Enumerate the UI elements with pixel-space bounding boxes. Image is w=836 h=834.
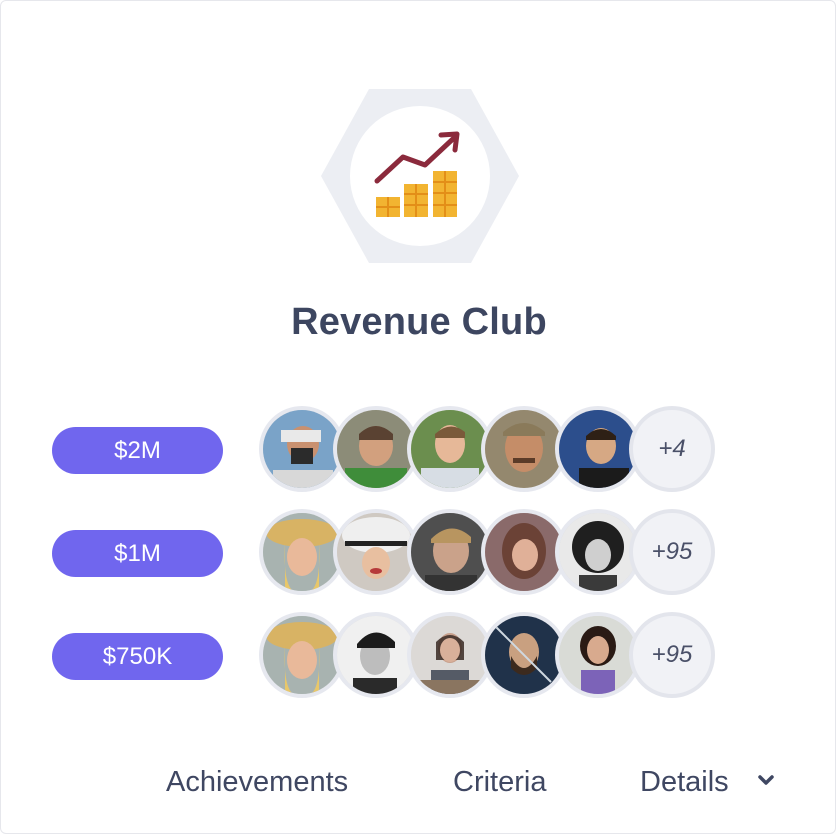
revenue-club-badge <box>321 89 519 263</box>
chevron-down-icon[interactable] <box>757 774 775 788</box>
tier-pill-2m[interactable]: $2M <box>52 427 223 474</box>
tier-pill-750k[interactable]: $750K <box>52 633 223 680</box>
tab-achievements[interactable]: Achievements <box>166 766 348 799</box>
tab-details[interactable]: Details <box>640 766 729 799</box>
tier-pill-1m[interactable]: $1M <box>52 530 223 577</box>
more-members-count[interactable]: +95 <box>629 509 715 595</box>
tab-criteria[interactable]: Criteria <box>453 766 546 799</box>
avatar-group-750k: +95 <box>259 612 719 698</box>
more-members-count[interactable]: +95 <box>629 612 715 698</box>
revenue-club-card: Revenue Club $2M +4 $1M +95 $750K +95 Ac… <box>0 0 836 834</box>
badge-title: Revenue Club <box>291 301 547 343</box>
avatar-group-2m: +4 <box>259 406 719 492</box>
card-footer-tabs: Achievements Criteria Details <box>1 766 836 810</box>
revenue-growth-chart-icon <box>321 89 519 263</box>
more-members-count[interactable]: +4 <box>629 406 715 492</box>
avatar-group-1m: +95 <box>259 509 719 595</box>
